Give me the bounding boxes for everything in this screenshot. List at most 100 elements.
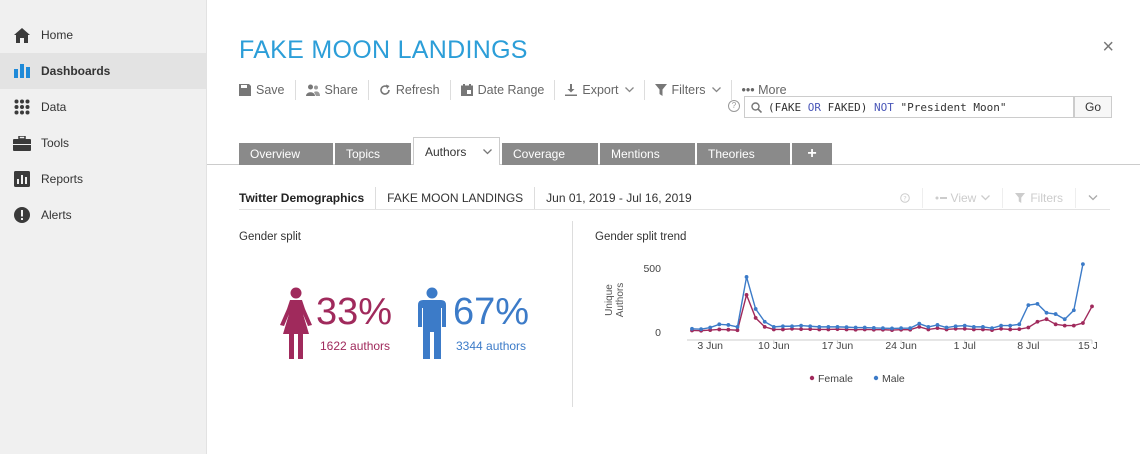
go-button[interactable]: Go <box>1074 96 1112 118</box>
data-point-female <box>753 316 758 320</box>
data-point-male <box>799 323 803 328</box>
filter-icon <box>654 84 667 96</box>
series-line-female <box>691 292 1093 332</box>
data-point-male <box>790 324 794 329</box>
sidebar-item-dashboards[interactable]: Dashboards <box>0 53 206 89</box>
widget-menu-chevron[interactable] <box>1075 188 1110 208</box>
tab-bar: Overview Topics Authors Coverage Mention… <box>239 137 834 165</box>
share-button[interactable]: Share <box>305 80 369 100</box>
report-icon <box>13 170 31 188</box>
tab-coverage[interactable]: Coverage <box>502 143 598 165</box>
y-axis-label-word: Unique <box>604 284 615 316</box>
refresh-button[interactable]: Refresh <box>379 80 451 100</box>
data-point-female <box>799 327 803 332</box>
panel-divider <box>572 221 573 407</box>
chevron-down-icon[interactable] <box>483 148 493 155</box>
sidebar-item-label: Reports <box>41 172 84 186</box>
query-name: FAKE MOON LANDINGS <box>376 186 536 209</box>
data-point-female <box>762 324 767 329</box>
data-point-male <box>1081 262 1085 267</box>
toolbar: Save Share Refresh Date Range Export Fil… <box>239 80 807 100</box>
data-point-male <box>808 324 813 329</box>
tab-authors[interactable]: Authors <box>413 137 500 165</box>
data-point-male <box>744 275 749 279</box>
data-point-male <box>781 324 785 329</box>
y-tick-label: 500 <box>643 263 661 275</box>
sidebar-item-label: Home <box>41 28 74 42</box>
data-point-male <box>826 324 831 329</box>
help-icon[interactable]: ? <box>728 100 740 112</box>
filters-label: Filters <box>671 83 706 97</box>
sidebar-item-data[interactable]: Data <box>0 89 206 125</box>
view-dropdown[interactable]: View <box>921 188 1003 208</box>
widget-help-icon[interactable]: ? <box>888 188 922 208</box>
alert-icon <box>13 206 31 224</box>
x-tick-label: 3 Jun <box>697 340 723 352</box>
refresh-label: Refresh <box>395 83 440 97</box>
data-point-male <box>853 325 858 330</box>
filter-icon <box>1015 193 1026 203</box>
data-point-female <box>717 327 722 332</box>
home-icon <box>13 26 31 44</box>
male-person-icon <box>418 287 446 359</box>
x-tick-label: 10 Jun <box>758 340 790 352</box>
tab-overview[interactable]: Overview <box>239 143 333 165</box>
data-point-female <box>735 328 740 333</box>
more-label: ••• More <box>741 83 787 97</box>
data-point-male <box>762 319 767 324</box>
tab-theories[interactable]: Theories <box>697 143 790 165</box>
date-range-button[interactable]: Date Range <box>460 80 556 100</box>
calendar-icon <box>460 84 473 96</box>
x-tick-label: 24 Jun <box>885 340 917 352</box>
date-range-text: Jun 01, 2019 - Jul 16, 2019 <box>546 190 692 205</box>
tab-mentions[interactable]: Mentions <box>600 143 695 165</box>
gender-trend-chart: UniqueAuthors 0 500 3 Jun 10 Jun 17 Jun 24 Jun… <box>604 262 1097 385</box>
data-point-male <box>1008 323 1013 328</box>
tab-label: Overview <box>250 147 301 161</box>
sidebar-item-home[interactable]: Home <box>0 17 206 53</box>
tab-topics[interactable]: Topics <box>335 143 411 165</box>
search-input[interactable]: (FAKE OR FAKED) NOT "President Moon" <box>744 96 1074 118</box>
y-axis-label: UniqueAuthors <box>604 283 626 317</box>
sidebar-item-label: Alerts <box>41 208 72 222</box>
close-icon[interactable]: × <box>1102 36 1114 59</box>
data-point-male <box>890 326 894 331</box>
filters-button[interactable]: Filters <box>654 80 732 100</box>
date-range-label: Date Range <box>477 83 545 97</box>
tab-label: Theories <box>708 147 755 161</box>
x-tick-label: 1 Jul <box>954 340 976 352</box>
widget-filters-dropdown[interactable]: Filters <box>1002 188 1075 208</box>
save-button[interactable]: Save <box>239 80 296 100</box>
data-point-male <box>944 325 949 330</box>
export-button[interactable]: Export <box>565 80 645 100</box>
query-operator: OR <box>807 100 821 114</box>
data-point-female <box>1008 327 1013 332</box>
data-point-male <box>953 324 958 329</box>
data-point-female <box>1026 325 1031 330</box>
gender-split-title: Gender split <box>239 231 302 243</box>
data-point-female <box>1081 321 1085 325</box>
data-point-male <box>1026 303 1031 308</box>
widget-header: Twitter Demographics FAKE MOON LANDINGS … <box>239 186 1110 210</box>
data-point-female <box>1071 323 1076 328</box>
sidebar-item-reports[interactable]: Reports <box>0 161 206 197</box>
section-title: Twitter Demographics <box>239 186 377 209</box>
query-operator: NOT <box>873 100 894 114</box>
x-tick-label: 15 Jul <box>1078 340 1097 352</box>
tab-label: Topics <box>346 147 381 161</box>
query-term: "President Moon" <box>893 100 1007 114</box>
widget-controls: ? View Filters <box>888 186 1110 210</box>
data-point-male <box>699 327 703 332</box>
data-point-male <box>708 325 713 330</box>
sidebar-item-alerts[interactable]: Alerts <box>0 197 206 233</box>
sidebar-item-tools[interactable]: Tools <box>0 125 206 161</box>
sidebar: Home Dashboards Data Tools Reports Alert… <box>0 0 207 454</box>
data-point-female <box>1053 322 1058 327</box>
data-point-female <box>1090 304 1094 309</box>
series-line-male <box>691 264 1084 330</box>
data-point-female <box>1017 327 1022 332</box>
add-tab-button[interactable]: + <box>792 143 832 165</box>
data-point-male <box>1071 308 1076 313</box>
y-tick-label: 0 <box>655 327 661 339</box>
search-icon <box>751 101 762 113</box>
